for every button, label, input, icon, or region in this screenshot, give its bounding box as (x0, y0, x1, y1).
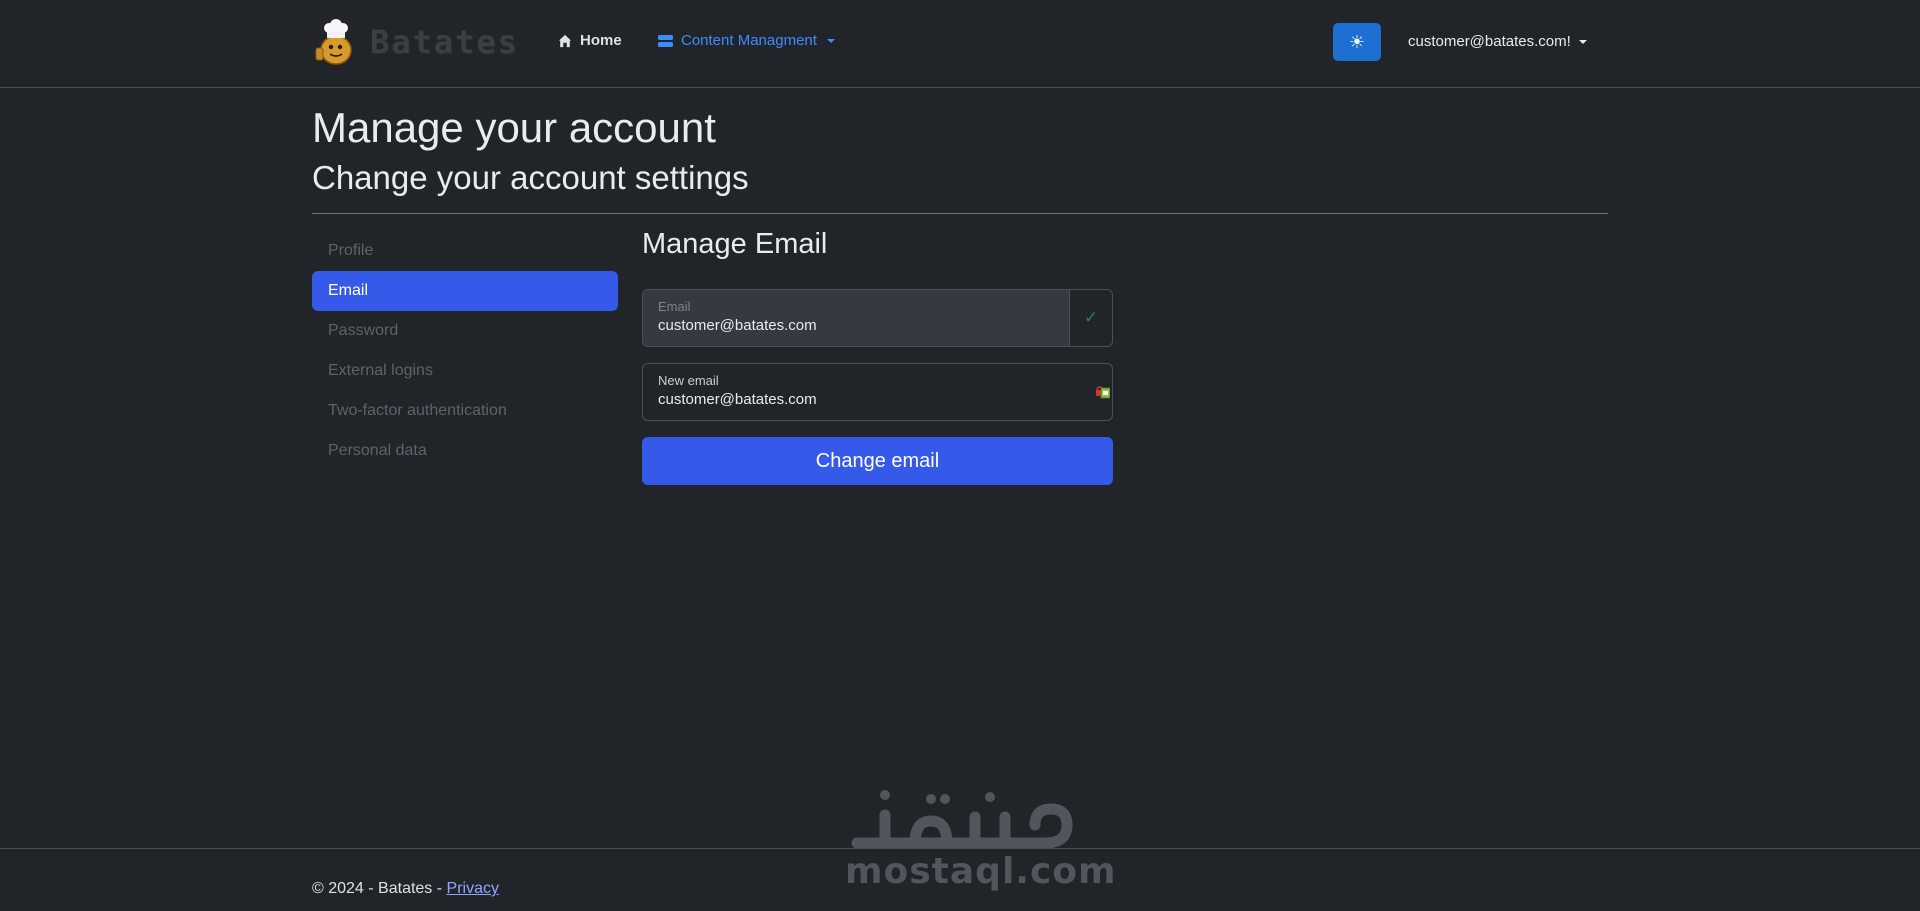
footer-copyright: © 2024 - Batates - Privacy (312, 880, 499, 898)
house-icon (558, 34, 572, 47)
sidebar-item-personal-data[interactable]: Personal data (312, 431, 618, 471)
new-email-field[interactable]: New email (642, 363, 1113, 421)
password-manager-icon (1096, 386, 1110, 399)
email-verified-addon: ✓ (1069, 289, 1113, 347)
change-email-button[interactable]: Change email (642, 437, 1113, 485)
privacy-link[interactable]: Privacy (447, 880, 499, 897)
theme-toggle-button[interactable]: ☀ (1333, 23, 1381, 61)
brand-name: Batates (370, 23, 519, 61)
sidebar-item-profile[interactable]: Profile (312, 231, 618, 271)
user-menu-dropdown[interactable]: customer@batates.com! (1408, 33, 1587, 50)
account-sidebar: Profile Email Password External logins T… (312, 231, 618, 471)
sidebar-item-external-logins[interactable]: External logins (312, 351, 618, 391)
brand[interactable]: Batates (312, 18, 519, 66)
divider (312, 213, 1608, 214)
new-email-field-label: New email (658, 373, 719, 388)
sun-icon: ☀ (1348, 31, 1366, 52)
nav-home-label: Home (580, 32, 622, 49)
watermark-logo (851, 790, 1073, 849)
email-field-label: Email (658, 299, 691, 314)
top-navbar: Batates Home Content Managment ☀ custome… (0, 0, 1920, 88)
email-field: Email (642, 289, 1070, 347)
page-title: Manage your account (312, 104, 716, 151)
section-title: Manage Email (642, 228, 828, 260)
user-menu-label: customer@batates.com! (1408, 33, 1571, 50)
chevron-down-icon (826, 38, 835, 43)
sidebar-item-password[interactable]: Password (312, 311, 618, 351)
footer-copyright-text: © 2024 - Batates - (312, 880, 447, 897)
layers-icon (658, 34, 673, 47)
nav-content-management-dropdown[interactable]: Content Managment (658, 32, 835, 49)
nav-home-link[interactable]: Home (558, 32, 622, 49)
new-email-input[interactable] (658, 391, 1048, 408)
email-input[interactable] (658, 317, 1048, 334)
check-icon: ✓ (1083, 308, 1099, 327)
page-subtitle: Change your account settings (312, 159, 749, 196)
chevron-down-icon (1578, 39, 1587, 44)
footer: © 2024 - Batates - Privacy (0, 848, 1920, 911)
sidebar-item-email[interactable]: Email (312, 271, 618, 311)
nav-content-label: Content Managment (681, 32, 817, 49)
sidebar-item-two-factor[interactable]: Two-factor authentication (312, 391, 618, 431)
potato-chef-icon (315, 19, 352, 65)
